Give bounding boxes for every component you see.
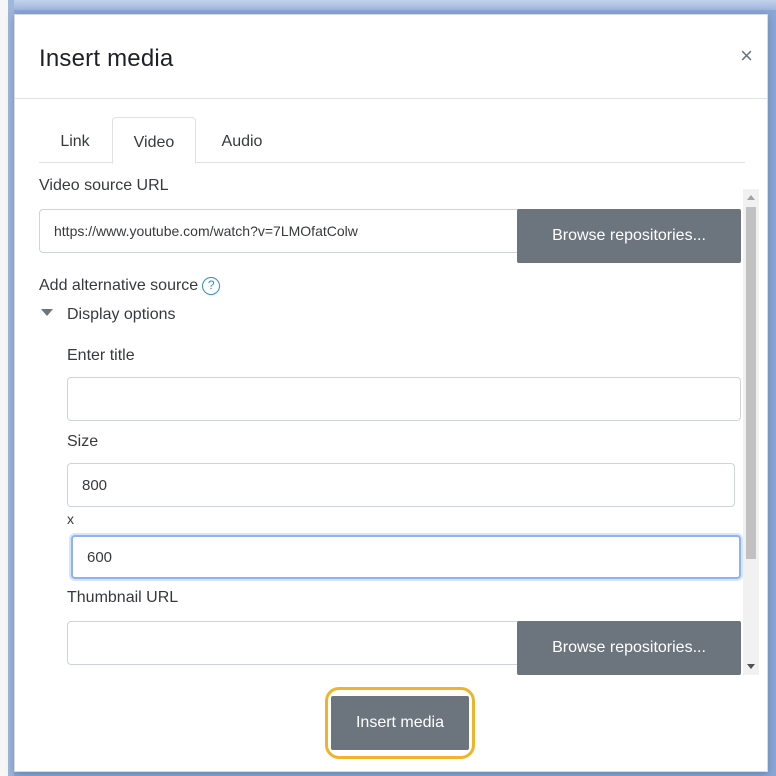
title-input[interactable]: [67, 377, 741, 421]
alternative-source-link[interactable]: Add alternative source?: [39, 277, 221, 295]
dialog-title: Insert media: [39, 45, 174, 72]
enter-title-label: Enter title: [67, 347, 135, 364]
display-options-toggle[interactable]: Display options: [41, 306, 176, 324]
window-top-edge: [0, 0, 776, 10]
thumbnail-url-label: Thumbnail URL: [67, 589, 179, 606]
thumbnail-browse-repositories-button[interactable]: Browse repositories...: [517, 621, 741, 675]
size-separator: x: [67, 511, 74, 527]
caret-down-icon: [41, 309, 53, 316]
height-input[interactable]: 600: [71, 535, 741, 579]
insert-media-dialog: Insert media × Link Video Audio Video so…: [14, 14, 768, 772]
height-value: 600: [87, 548, 113, 566]
scroll-down-icon[interactable]: [747, 664, 755, 669]
insert-media-button[interactable]: Insert media: [331, 696, 469, 750]
tab-video[interactable]: Video: [112, 117, 196, 164]
video-source-label: Video source URL: [39, 177, 169, 194]
content-scrollbar[interactable]: [743, 189, 759, 675]
help-icon[interactable]: ?: [202, 277, 221, 295]
tab-link[interactable]: Link: [39, 117, 111, 164]
video-source-url-input[interactable]: https://www.youtube.com/watch?v=7LMOfatC…: [39, 209, 523, 253]
browse-repositories-button[interactable]: Browse repositories...: [517, 209, 741, 263]
thumbnail-url-input[interactable]: [67, 621, 527, 665]
tab-audio[interactable]: Audio: [197, 117, 287, 164]
display-options-label: Display options: [67, 306, 176, 323]
video-source-url-value: https://www.youtube.com/watch?v=7LMOfatC…: [54, 223, 358, 239]
dialog-header: Insert media ×: [15, 15, 767, 99]
width-input[interactable]: 800: [67, 463, 735, 507]
insert-media-highlight: Insert media: [325, 687, 475, 759]
scroll-up-icon[interactable]: [747, 195, 755, 200]
width-value: 800: [82, 476, 108, 494]
video-tab-content: Video source URL https://www.youtube.com…: [15, 163, 769, 675]
close-icon[interactable]: ×: [740, 45, 753, 67]
scrollbar-thumb[interactable]: [746, 207, 756, 559]
window-left-edge: [0, 0, 14, 776]
size-label: Size: [67, 433, 99, 450]
media-tabs: Link Video Audio: [39, 117, 745, 164]
alternative-source-label: Add alternative source: [39, 277, 199, 294]
